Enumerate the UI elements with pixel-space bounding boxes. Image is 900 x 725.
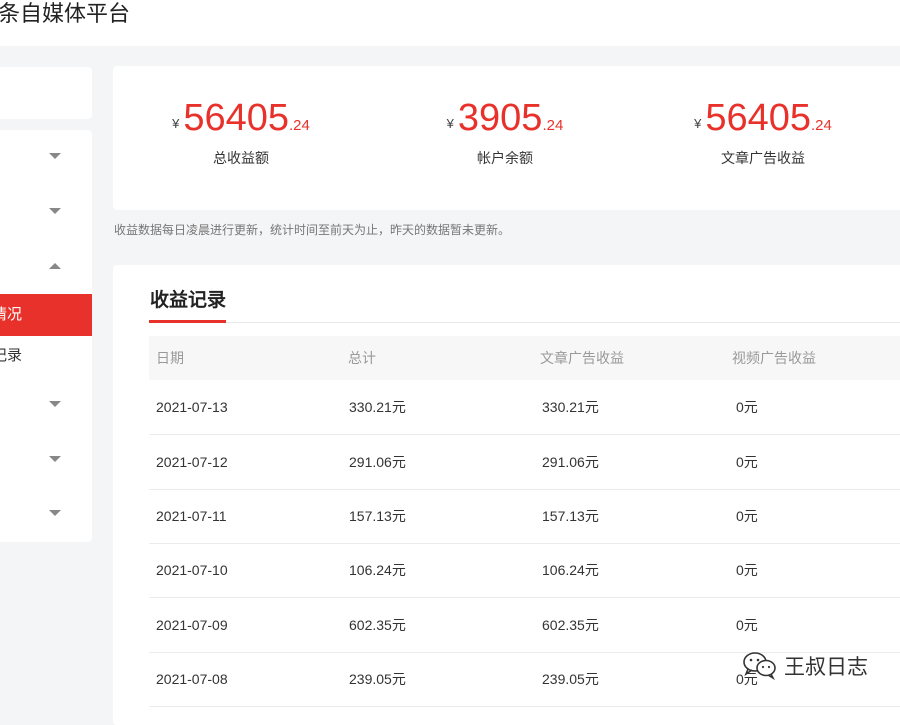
cell-date: 2021-07-11 (156, 508, 227, 524)
cell-article-ads: 157.13元 (542, 508, 599, 524)
currency-symbol: ¥ (446, 116, 454, 131)
chevron-down-icon[interactable] (49, 401, 61, 407)
table-row: 2021-07-10 106.24元 106.24元 0元 (149, 543, 900, 598)
stat-decimal: .24 (811, 117, 832, 134)
earnings-records-card: 收益记录 日期 总计 文章广告收益 视频广告收益 2021-07-13 330.… (113, 265, 900, 725)
stat-label: 帐户余额 (477, 150, 533, 166)
cell-date: 2021-07-12 (156, 454, 228, 470)
cell-article-ads: 291.06元 (542, 454, 599, 470)
records-title: 收益记录 (150, 290, 227, 311)
stat-account-balance: ¥3905.24 帐户余额 (440, 96, 570, 168)
cell-date: 2021-07-10 (156, 562, 228, 578)
cell-total: 602.35元 (349, 617, 406, 633)
cell-video-ads: 0元 (736, 617, 758, 633)
cell-article-ads: 330.21元 (542, 399, 599, 415)
stat-decimal: .24 (542, 117, 564, 134)
active-tab-indicator (149, 320, 226, 323)
table-row: 2021-07-13 330.21元 330.21元 0元 (149, 380, 900, 435)
stat-integer: 3905 (457, 97, 543, 139)
cell-video-ads: 0元 (736, 454, 758, 470)
table-row: 2021-07-09 602.35元 602.35元 0元 (149, 598, 900, 653)
sidebar-item-label: 记录 (0, 347, 23, 364)
table-row: 2021-07-11 157.13元 157.13元 0元 (149, 489, 900, 544)
stat-label: 总收益额 (213, 150, 269, 166)
cell-video-ads: 0元 (736, 399, 758, 415)
watermark-text: 王叔日志 (784, 656, 868, 679)
chevron-down-icon[interactable] (49, 208, 61, 214)
cell-total: 157.13元 (349, 508, 406, 524)
sidebar-item-records[interactable]: 记录 (0, 336, 92, 376)
chevron-down-icon[interactable] (49, 153, 61, 159)
cell-total: 106.24元 (349, 562, 406, 578)
watermark: 王叔日志 (742, 650, 868, 682)
chevron-down-icon[interactable] (49, 456, 61, 462)
stat-decimal: .24 (289, 117, 310, 134)
column-header-article-ads: 文章广告收益 (540, 350, 624, 366)
cell-video-ads: 0元 (736, 562, 758, 578)
update-note: 收益数据每日凌晨进行更新，统计时间至前天为止，昨天的数据暂未更新。 (114, 223, 511, 237)
wechat-icon (743, 652, 776, 681)
chevron-down-icon[interactable] (49, 510, 61, 516)
cell-total: 239.05元 (349, 671, 406, 687)
cell-total: 291.06元 (349, 454, 406, 470)
sidebar-header-panel (0, 67, 92, 119)
sidebar-item-label: 情况 (0, 306, 23, 323)
cell-article-ads: 106.24元 (542, 562, 599, 578)
top-bar: 条自媒体平台 (0, 0, 900, 46)
currency-symbol: ¥ (694, 116, 702, 131)
table-header: 日期 总计 文章广告收益 视频广告收益 (149, 336, 900, 380)
cell-total: 330.21元 (349, 399, 406, 415)
earnings-summary-card: ¥56405.24 总收益额 ¥3905.24 帐户余额 ¥56405.24 文… (113, 66, 900, 210)
stat-integer: 56405 (183, 97, 290, 139)
cell-date: 2021-07-08 (156, 671, 228, 687)
cell-article-ads: 239.05元 (542, 671, 599, 687)
cell-date: 2021-07-13 (156, 399, 228, 415)
cell-video-ads: 0元 (736, 508, 758, 524)
cell-date: 2021-07-09 (156, 617, 228, 633)
sidebar-item-active[interactable]: 情况 (0, 294, 92, 336)
currency-symbol: ¥ (172, 116, 180, 131)
stat-label: 文章广告收益 (721, 150, 805, 166)
column-header-video-ads: 视频广告收益 (732, 350, 816, 366)
column-header-total: 总计 (348, 350, 376, 366)
stat-integer: 56405 (705, 97, 812, 139)
cell-article-ads: 602.35元 (542, 617, 599, 633)
column-header-date: 日期 (156, 350, 184, 366)
stat-article-ad-earnings: ¥56405.24 文章广告收益 (691, 96, 835, 168)
app-title: 条自媒体平台 (0, 1, 131, 26)
chevron-up-icon[interactable] (49, 263, 61, 269)
stat-total-earnings: ¥56405.24 总收益额 (171, 96, 311, 168)
divider (149, 322, 900, 323)
table-row: 2021-07-12 291.06元 291.06元 0元 (149, 435, 900, 490)
